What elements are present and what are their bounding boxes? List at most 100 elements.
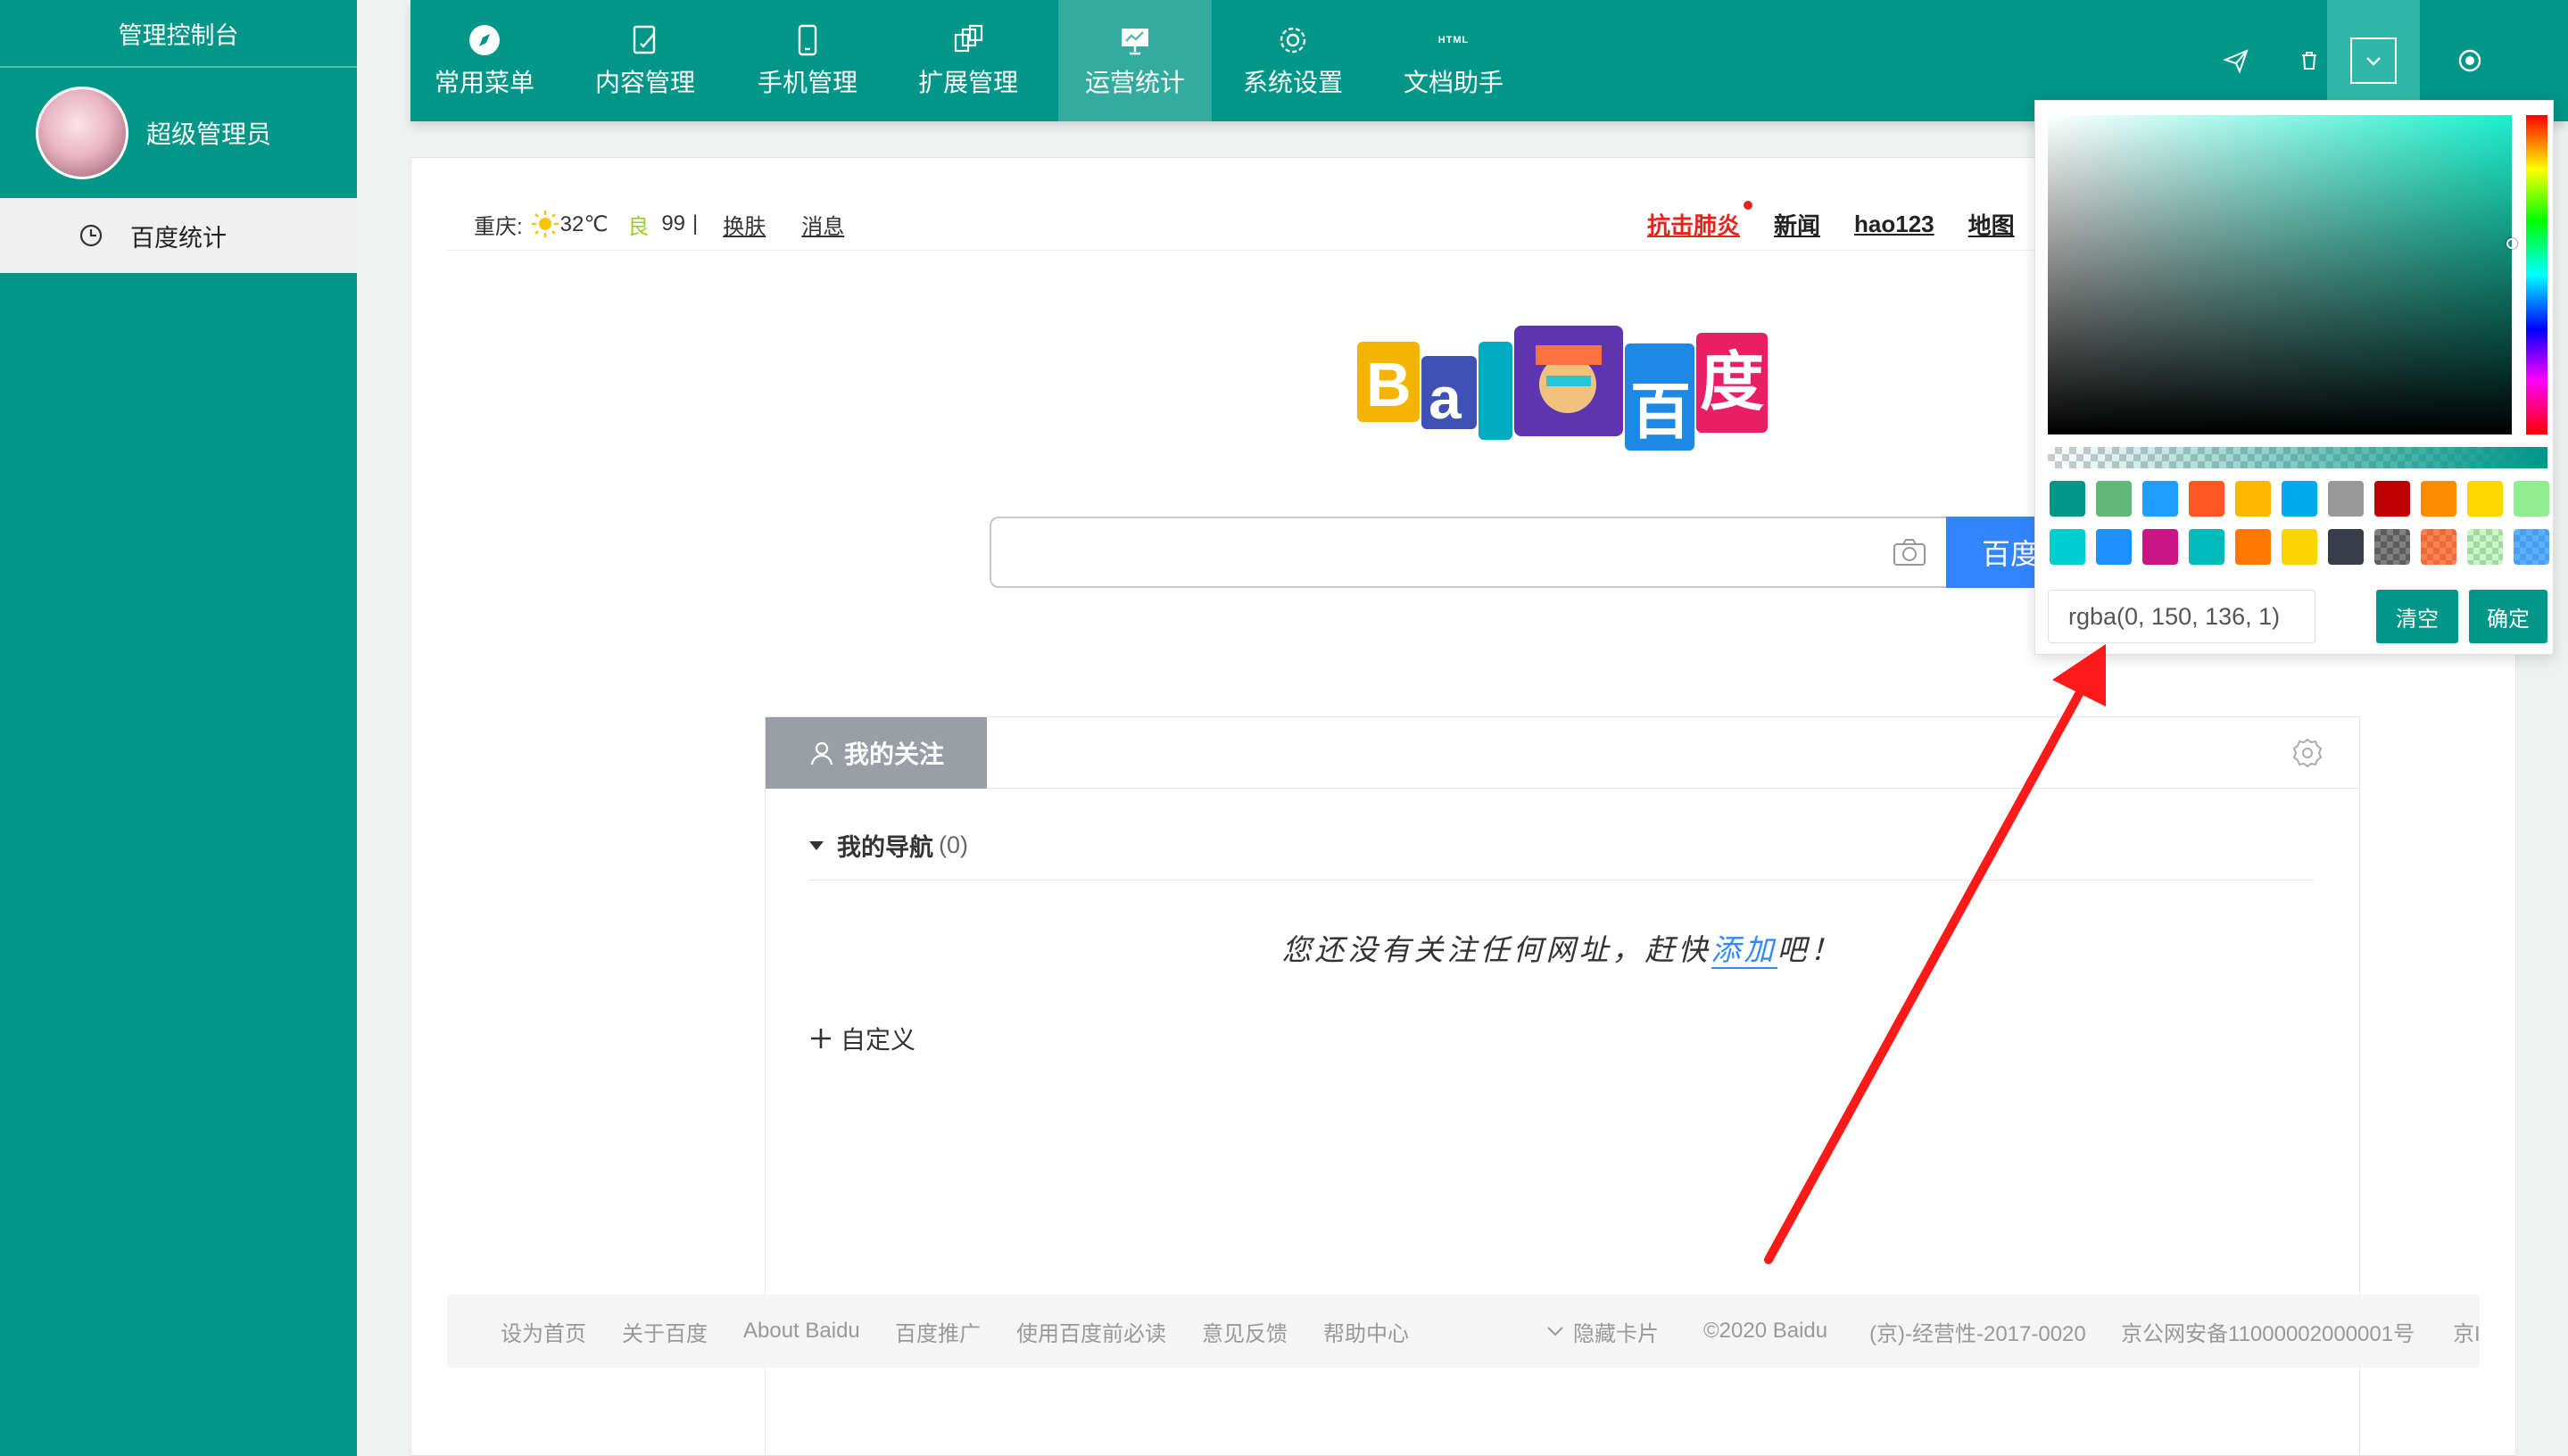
baidu-top-links: 抗击肺炎 新闻 hao123 地图: [1647, 200, 2049, 244]
gear-icon: [1280, 27, 1306, 54]
tab-my-follow[interactable]: 我的关注: [766, 717, 987, 789]
avatar[interactable]: [36, 87, 128, 179]
change-skin-link[interactable]: 换肤: [723, 209, 766, 240]
color-swatch[interactable]: [2421, 481, 2456, 517]
tab-operations-stats[interactable]: 运营统计: [1058, 0, 1212, 121]
color-swatch[interactable]: [2467, 481, 2503, 517]
color-swatch[interactable]: [2050, 529, 2085, 565]
color-swatch[interactable]: [2096, 529, 2132, 565]
search-input[interactable]: [990, 517, 1951, 588]
footer-license[interactable]: (京)-经营性-2017-0020: [1869, 1295, 2086, 1368]
color-swatch[interactable]: [2514, 481, 2549, 517]
color-value-input[interactable]: rgba(0, 150, 136, 1): [2048, 590, 2315, 643]
footer-about[interactable]: 关于百度: [622, 1295, 708, 1368]
chevron-down-icon: [2366, 57, 2381, 66]
color-swatch[interactable]: [2328, 481, 2364, 517]
custom-button[interactable]: 自定义: [808, 1021, 915, 1056]
sidebar: 管理控制台 超级管理员 百度统计: [0, 0, 357, 1456]
color-swatch[interactable]: [2189, 481, 2224, 517]
empty-text-pre: 您还没有关注任何网址，赶快: [1281, 932, 1711, 967]
separator: |: [692, 211, 699, 236]
color-swatch[interactable]: [2189, 529, 2224, 565]
my-nav-count: (0): [939, 831, 968, 858]
tab-label: 手机管理: [757, 69, 857, 96]
map-link[interactable]: 地图: [1968, 208, 2015, 241]
hue-slider[interactable]: [2526, 115, 2547, 434]
news-link[interactable]: 新闻: [1774, 208, 1820, 241]
color-swatch[interactable]: [2421, 529, 2456, 565]
footer-set-home[interactable]: 设为首页: [501, 1295, 586, 1368]
footer-terms[interactable]: 使用百度前必读: [1016, 1295, 1166, 1368]
add-link[interactable]: 添加: [1711, 932, 1777, 969]
air-quality-value: 99: [661, 211, 686, 236]
tab-common-menu[interactable]: 常用菜单: [410, 0, 559, 121]
empty-text-post: 吧！: [1777, 932, 1843, 967]
footer-promo[interactable]: 百度推广: [895, 1295, 981, 1368]
chevron-down-icon: [1547, 1327, 1563, 1336]
footer-hide-card[interactable]: 隐藏卡片: [1546, 1295, 1659, 1368]
covid-link[interactable]: 抗击肺炎: [1647, 200, 1753, 241]
hide-card-label: 隐藏卡片: [1573, 1321, 1659, 1346]
paper-plane-icon: [2223, 49, 2249, 74]
tab-label: 运营统计: [1084, 69, 1185, 96]
phone-icon: [798, 24, 817, 56]
city-label: 重庆:: [474, 214, 523, 239]
confirm-button[interactable]: 确定: [2469, 590, 2547, 643]
console-title: 管理控制台: [0, 0, 357, 68]
edit-doc-icon: [633, 25, 656, 54]
tab-label: 常用菜单: [434, 69, 534, 96]
footer-help[interactable]: 帮助中心: [1323, 1295, 1409, 1368]
my-nav-header[interactable]: 我的导航 (0): [808, 828, 968, 863]
temperature: 32℃: [559, 211, 609, 236]
color-swatch[interactable]: [2467, 529, 2503, 565]
alpha-slider[interactable]: [2048, 447, 2547, 468]
user-icon: [810, 741, 833, 765]
footer-feedback[interactable]: 意见反馈: [1202, 1295, 1288, 1368]
clear-button[interactable]: 清空: [2376, 590, 2458, 643]
user-panel: 超级管理员: [0, 68, 357, 198]
html-icon: HTML: [1437, 35, 1470, 46]
color-picker-popup: rgba(0, 150, 136, 1) 清空 确定: [2034, 100, 2554, 655]
trash-icon: [2302, 52, 2316, 70]
tab-phone-manage[interactable]: 手机管理: [733, 0, 882, 121]
footer-police[interactable]: 京公网安备11000002000001号: [2121, 1295, 2415, 1368]
settings-gear-icon[interactable]: [2291, 737, 2324, 769]
tab-extension-manage[interactable]: 扩展管理: [894, 0, 1042, 121]
sidebar-item-baidu-stats[interactable]: 百度统计: [0, 198, 357, 273]
messages-link[interactable]: 消息: [801, 209, 844, 240]
caret-down-icon: [809, 840, 824, 850]
baidu-doodle-logo[interactable]: B a 百 度: [1357, 326, 1768, 451]
tab-system-settings[interactable]: 系统设置: [1219, 0, 1367, 121]
svg-text:a: a: [1429, 365, 1462, 431]
footer-icp[interactable]: 京I: [2453, 1295, 2481, 1368]
sidebar-item-label: 百度统计: [130, 224, 227, 252]
svg-text:B: B: [1366, 350, 1412, 419]
tab-content-manage[interactable]: 内容管理: [571, 0, 719, 121]
color-swatch[interactable]: [2374, 529, 2410, 565]
hao123-link[interactable]: hao123: [1854, 211, 1934, 238]
footer: 设为首页 关于百度 About Baidu 百度推广 使用百度前必读 意见反馈 …: [447, 1295, 2481, 1368]
color-swatch[interactable]: [2235, 481, 2271, 517]
color-swatch[interactable]: [2282, 481, 2317, 517]
color-swatch[interactable]: [2096, 481, 2132, 517]
extension-icon: [954, 24, 983, 53]
user-name[interactable]: 超级管理员: [146, 115, 271, 151]
sv-cursor[interactable]: [2506, 238, 2517, 249]
camera-icon[interactable]: [1893, 538, 1926, 567]
tab-doc-helper[interactable]: HTML 文档助手: [1379, 0, 1528, 121]
color-swatch[interactable]: [2374, 481, 2410, 517]
color-swatch[interactable]: [2142, 529, 2178, 565]
color-swatch[interactable]: [2235, 529, 2271, 565]
empty-message: 您还没有关注任何网址，赶快添加吧！: [766, 926, 2359, 969]
tab-label: 系统设置: [1242, 69, 1343, 96]
sun-icon: [531, 211, 559, 237]
record-icon: [2458, 49, 2481, 72]
saturation-value-panel[interactable]: [2048, 115, 2512, 434]
color-swatch[interactable]: [2282, 529, 2317, 565]
footer-about-en[interactable]: About Baidu: [743, 1295, 860, 1368]
color-swatch[interactable]: [2328, 529, 2364, 565]
color-swatch[interactable]: [2514, 529, 2549, 565]
color-swatch[interactable]: [2050, 481, 2085, 517]
weather-bar: 重庆: 32℃ 良 99 | 换肤 消息: [474, 204, 862, 244]
color-swatch[interactable]: [2142, 481, 2178, 517]
